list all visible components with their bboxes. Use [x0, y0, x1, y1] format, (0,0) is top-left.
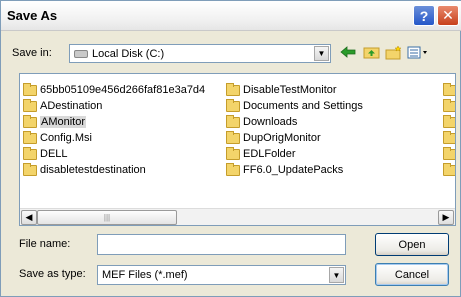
folder-icon [443, 146, 455, 160]
save-as-type-dropdown[interactable]: MEF Files (*.mef) ▼ [97, 265, 346, 285]
folder-icon [226, 146, 240, 160]
list-item[interactable]: F [443, 98, 455, 114]
file-name-input[interactable] [97, 234, 346, 255]
list-item[interactable]: disabletestdestination [23, 162, 146, 178]
help-button[interactable]: ? [413, 5, 435, 26]
scroll-right-icon[interactable]: ▶ [438, 210, 454, 225]
save-as-dialog: Save As ? ✕ Save in: Local Disk (C:) ▼ 6… [0, 0, 461, 297]
folder-icon [23, 146, 37, 160]
folder-icon [23, 82, 37, 96]
scroll-left-icon[interactable]: ◀ [21, 210, 37, 225]
folder-icon [23, 98, 37, 112]
back-arrow-icon[interactable] [338, 43, 358, 61]
chevron-down-icon[interactable]: ▼ [314, 46, 329, 61]
help-icon: ? [419, 7, 429, 24]
list-item[interactable]: 65bb05109e456d266faf81e3a7d4 [23, 82, 205, 98]
folder-icon [226, 82, 240, 96]
folder-icon [226, 98, 240, 112]
list-item[interactable]: I [443, 146, 455, 162]
title-bar: Save As ? ✕ [1, 1, 461, 31]
list-item-selected[interactable]: AMonitor [23, 114, 87, 130]
list-item[interactable]: I [443, 162, 455, 178]
open-button-label: Open [398, 238, 426, 251]
close-button[interactable]: ✕ [437, 5, 459, 26]
list-item[interactable]: Documents and Settings [226, 98, 363, 114]
cancel-button[interactable]: Cancel [375, 263, 449, 286]
list-item[interactable]: ADestination [23, 98, 102, 114]
folder-icon [443, 162, 455, 176]
save-as-type-label: Save as type: [19, 268, 86, 280]
folder-icon [443, 98, 455, 112]
list-item[interactable]: DELL [23, 146, 68, 162]
folder-icon [23, 162, 37, 176]
up-folder-icon[interactable] [361, 43, 381, 61]
file-name-label: File name: [19, 238, 71, 250]
open-button[interactable]: Open [375, 233, 449, 256]
scrollbar-thumb[interactable]: ||| [37, 210, 177, 225]
cancel-button-label: Cancel [394, 268, 430, 281]
save-in-value: Local Disk (C:) [92, 48, 165, 60]
list-item[interactable]: c [443, 130, 455, 146]
folder-icon [23, 114, 37, 128]
chevron-down-icon[interactable]: ▼ [329, 267, 344, 283]
horizontal-scrollbar[interactable]: ◀ ||| ▶ [20, 208, 455, 225]
list-item[interactable]: FF6.0_UpdatePacks [226, 162, 343, 178]
file-list[interactable]: 65bb05109e456d266faf81e3a7d4 ADestinatio… [19, 73, 456, 226]
folder-icon [226, 162, 240, 176]
window-title: Save As [7, 8, 58, 23]
list-item[interactable]: F [443, 82, 455, 98]
list-item[interactable]: DupOrigMonitor [226, 130, 321, 146]
folder-icon [443, 130, 455, 144]
save-in-dropdown[interactable]: Local Disk (C:) ▼ [69, 44, 331, 63]
folder-icon [443, 114, 455, 128]
folder-icon [226, 130, 240, 144]
views-menu-icon[interactable] [406, 43, 430, 61]
drive-icon [74, 50, 88, 59]
folder-icon [23, 130, 37, 144]
save-in-value-wrap: Local Disk (C:) [74, 48, 164, 60]
list-item[interactable]: Config.Msi [23, 130, 92, 146]
save-as-type-value: MEF Files (*.mef) [102, 269, 188, 281]
list-item[interactable]: EDLFolder [226, 146, 296, 162]
folder-icon [226, 114, 240, 128]
folder-icon [443, 82, 455, 96]
list-item[interactable]: DisableTestMonitor [226, 82, 337, 98]
save-in-label: Save in: [12, 47, 52, 59]
list-item[interactable]: F [443, 114, 455, 130]
list-item[interactable]: Downloads [226, 114, 297, 130]
close-icon: ✕ [442, 7, 454, 23]
new-folder-icon[interactable] [384, 43, 404, 61]
